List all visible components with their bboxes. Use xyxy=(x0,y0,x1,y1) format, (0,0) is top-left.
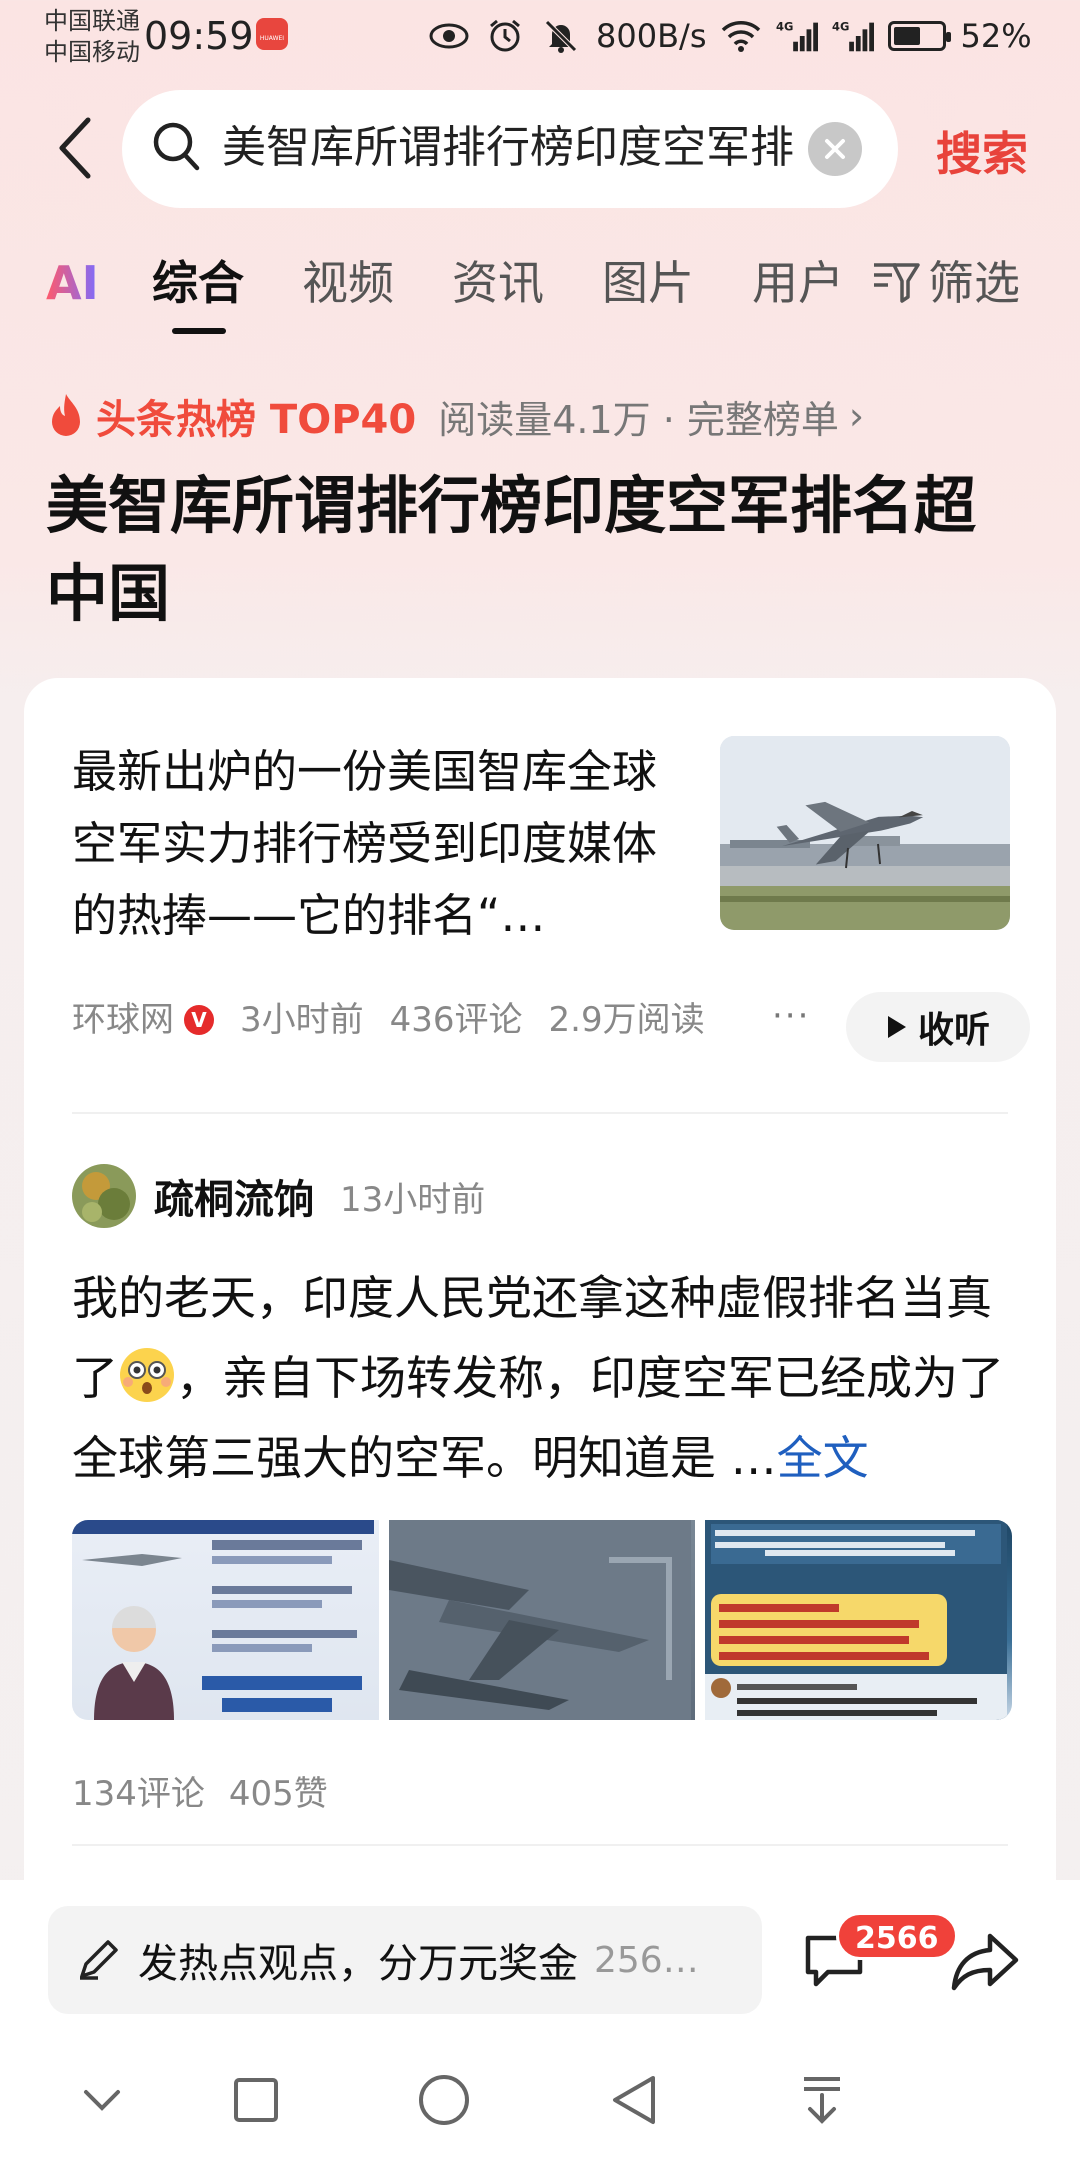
battery-icon xyxy=(888,21,952,51)
article-time: 3小时前 xyxy=(240,1000,364,1040)
back-button[interactable] xyxy=(44,108,104,188)
play-icon xyxy=(887,1016,906,1038)
comment-count-badge: 2566 xyxy=(836,1912,958,1960)
flame-icon xyxy=(52,394,80,436)
flushed-face-emoji-icon xyxy=(120,1348,174,1402)
nav-download-button[interactable] xyxy=(792,2070,852,2130)
nav-hide-button[interactable] xyxy=(72,2070,132,2130)
post-author-row: 疏桐流饷 13小时前 xyxy=(72,1164,485,1228)
post-image-1[interactable] xyxy=(72,1520,379,1720)
huawei-app-icon: HUAWEI xyxy=(256,18,288,50)
signal-1-icon: 4G xyxy=(776,18,819,54)
active-tab-indicator xyxy=(172,328,226,334)
svg-text:4G: 4G xyxy=(832,19,849,33)
post-text[interactable]: 我的老天，印度人民党还拿这种虚假排名当真了 ，亲自下场转发称，印度空军已经成为了全… xyxy=(72,1258,1012,1498)
hot-list-label: 头条热榜 TOP40 xyxy=(96,397,417,443)
filter-icon xyxy=(874,263,920,303)
post-likes[interactable]: 405赞 xyxy=(229,1766,328,1815)
bottom-action-bar: 发热点观点，分万元奖金 256… 2566 xyxy=(0,1880,1080,2030)
listen-button[interactable]: 收听 xyxy=(846,992,1030,1062)
network-speed: 800B/s xyxy=(596,17,707,55)
share-icon[interactable] xyxy=(950,1932,1020,1992)
search-query[interactable]: 美智库所谓排行榜印度空军排 xyxy=(222,118,804,178)
more-options-button[interactable]: ··· xyxy=(772,996,810,1036)
signal-2-icon: 4G xyxy=(832,18,875,54)
system-nav-bar xyxy=(0,2030,1080,2160)
alarm-icon xyxy=(484,18,526,54)
tab-ai[interactable]: AI xyxy=(46,250,99,316)
hot-list-row[interactable]: 头条热榜 TOP40 阅读量4.1万 · 完整榜单 › xyxy=(46,388,864,444)
chevron-left-icon xyxy=(59,117,91,179)
avatar[interactable] xyxy=(72,1164,136,1228)
filter-label: 筛选 xyxy=(928,256,1020,310)
filter-button[interactable]: 筛选 xyxy=(872,250,1020,316)
tab-comprehensive[interactable]: 综合 xyxy=(152,250,244,316)
search-tabs: AI 综合 视频 资讯 图片 用户 筛选 xyxy=(0,250,1080,340)
search-icon xyxy=(153,122,200,171)
article-meta: 环球网 V 3小时前 436评论 2.9万阅读 xyxy=(72,996,705,1044)
status-time: 09:59 xyxy=(144,14,254,58)
post-time: 13小时前 xyxy=(340,1179,486,1220)
nav-back-button[interactable] xyxy=(604,2070,664,2130)
nav-home-button[interactable] xyxy=(414,2070,474,2130)
wifi-icon xyxy=(720,18,762,54)
page-title: 美智库所谓排行榜印度空军排名超中国 xyxy=(46,469,977,630)
triangle-back-icon xyxy=(613,2076,655,2124)
hot-list-meta: 阅读量4.1万 · 完整榜单 xyxy=(438,397,839,442)
mute-bell-icon xyxy=(540,18,582,54)
post-images xyxy=(72,1520,1012,1720)
carrier-2: 中国移动 xyxy=(44,38,140,66)
article-comments: 436评论 xyxy=(389,1000,523,1040)
comment-input-count: 256… xyxy=(594,1939,699,1981)
verified-icon: V xyxy=(184,1005,214,1035)
carrier-1: 中国联通 xyxy=(44,7,140,35)
post-stats: 134评论 405赞 xyxy=(72,1766,328,1815)
status-bar: 中国联通 中国移动 09:59 HUAWEI 800B/s 4G 4G 52% xyxy=(0,0,1080,76)
close-icon xyxy=(825,139,845,159)
post-image-2[interactable] xyxy=(388,1520,696,1720)
comment-input-placeholder: 发热点观点，分万元奖金 xyxy=(138,1941,578,1987)
article-summary[interactable]: 最新出炉的一份美国智库全球空军实力排行榜受到印度媒体的热捧——它的排名“… xyxy=(72,736,692,952)
chevron-right-icon: › xyxy=(848,394,865,438)
download-icon xyxy=(804,2077,840,2124)
clear-search-button[interactable] xyxy=(808,122,862,176)
tab-users[interactable]: 用户 xyxy=(752,250,844,316)
svg-text:4G: 4G xyxy=(776,19,793,33)
divider xyxy=(72,1112,1008,1114)
article-reads: 2.9万阅读 xyxy=(548,1000,705,1040)
status-icons: 800B/s 4G 4G 52% xyxy=(428,14,1032,58)
post-comments[interactable]: 134评论 xyxy=(72,1766,205,1815)
chevron-down-icon xyxy=(84,2090,120,2111)
author-name[interactable]: 疏桐流饷 xyxy=(154,1167,314,1225)
tab-video[interactable]: 视频 xyxy=(302,250,394,316)
article-source[interactable]: 环球网 xyxy=(72,996,174,1044)
search-button[interactable]: 搜索 xyxy=(936,118,1028,184)
listen-label: 收听 xyxy=(917,1010,990,1051)
article-thumbnail[interactable] xyxy=(720,736,1010,930)
post-image-3[interactable] xyxy=(705,1520,1012,1720)
nav-recents-button[interactable] xyxy=(226,2070,286,2130)
search-input[interactable]: 美智库所谓排行榜印度空军排 xyxy=(122,90,898,208)
battery-percent: 52% xyxy=(960,17,1032,55)
read-full-link[interactable]: 全文 xyxy=(777,1431,869,1485)
pen-icon xyxy=(80,1940,118,1980)
square-icon xyxy=(234,2078,278,2122)
eye-icon xyxy=(428,18,470,54)
divider xyxy=(72,1844,1008,1846)
carrier-info: 中国联通 中国移动 xyxy=(44,6,140,68)
circle-icon xyxy=(419,2075,469,2125)
tab-news[interactable]: 资讯 xyxy=(452,250,544,316)
tab-images[interactable]: 图片 xyxy=(602,250,694,316)
comment-input[interactable]: 发热点观点，分万元奖金 256… xyxy=(48,1906,762,2014)
